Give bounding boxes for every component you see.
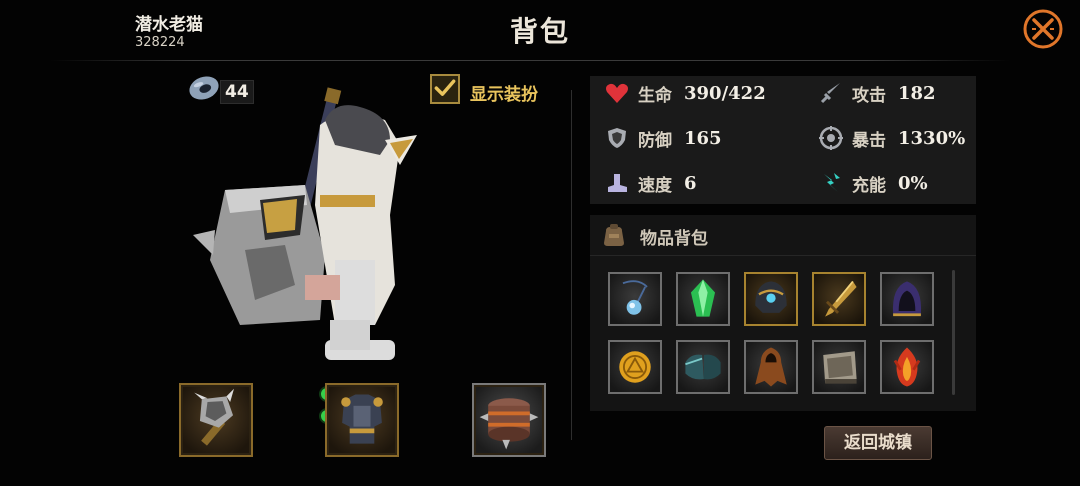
sword-icon (820, 83, 840, 104)
close-icon (1023, 9, 1063, 49)
inventory-title: 物品背包 (640, 229, 708, 249)
scroll-book-icon (823, 351, 857, 384)
inventory-item[interactable] (812, 272, 866, 326)
inventory-item[interactable] (744, 340, 798, 394)
charge-icon (824, 173, 840, 192)
stat-crit: 暴击 1330% (818, 123, 965, 153)
purple-hood-icon (892, 281, 922, 317)
stat-attack: 攻击 182 (818, 78, 936, 108)
equipment-slot-accessory[interactable] (472, 383, 546, 457)
stat-value: 165 (684, 127, 722, 149)
inventory-item[interactable] (880, 340, 934, 394)
return-to-town-button[interactable]: 返回城镇 (824, 426, 932, 460)
stat-label: 充能 (852, 175, 886, 196)
character-model (185, 85, 430, 370)
inventory-item[interactable] (676, 340, 730, 394)
stat-label: 生命 (638, 85, 672, 106)
inventory-item[interactable] (676, 272, 730, 326)
golden-blade-icon (825, 280, 857, 317)
teal-shoulder-armor-icon (685, 354, 721, 380)
stat-charge: 充能 0% (818, 168, 928, 198)
stats-panel: 生命 390/422 攻击 182 防御 165 暴击 1330% 速度 6 充… (590, 76, 976, 204)
inventory-scrollbar[interactable] (952, 270, 955, 395)
show-outfit-label[interactable]: 显示装扮 (470, 80, 538, 105)
stat-defense: 防御 165 (604, 123, 722, 153)
heart-icon (606, 83, 628, 103)
inventory-item[interactable] (812, 340, 866, 394)
brown-robe-icon (755, 347, 787, 387)
boot-icon (608, 174, 627, 192)
spiked-drum-icon (479, 398, 539, 450)
crit-icon (819, 126, 843, 150)
inventory-item[interactable] (880, 272, 934, 326)
close-button[interactable] (1022, 8, 1064, 50)
check-icon (434, 79, 456, 96)
plate-armor-icon (341, 394, 383, 444)
stat-hp: 生命 390/422 (604, 78, 766, 108)
spiked-mace-icon (194, 388, 234, 446)
inventory-panel: 物品背包 (590, 215, 976, 411)
page-title: 背包 (509, 15, 570, 48)
bag-icon (604, 224, 624, 246)
stat-label: 速度 (638, 175, 672, 196)
stat-label: 暴击 (852, 130, 886, 151)
green-crystal-icon (690, 279, 716, 317)
pendant-icon (622, 280, 648, 315)
stat-value: 390/422 (684, 82, 766, 104)
stat-speed: 速度 6 (604, 168, 697, 198)
inventory-item[interactable] (608, 272, 662, 326)
stat-label: 防御 (638, 130, 672, 151)
stat-value: 182 (898, 82, 936, 104)
gold-coin-icon (619, 351, 651, 383)
panel-divider (571, 90, 572, 440)
show-outfit-checkbox[interactable] (430, 74, 460, 104)
stat-value: 1330% (898, 127, 966, 149)
inventory-item[interactable] (608, 340, 662, 394)
header-divider (50, 60, 1010, 61)
inventory-item[interactable] (744, 272, 798, 326)
stat-label: 攻击 (852, 85, 886, 106)
dark-helmet-icon (755, 281, 787, 313)
inventory-header: 物品背包 (590, 215, 976, 256)
equipment-slot-weapon[interactable] (179, 383, 253, 457)
shield-icon (608, 128, 626, 148)
stat-value: 0% (898, 172, 928, 194)
fire-claw-icon (893, 347, 921, 387)
stat-value: 6 (684, 172, 697, 194)
equipment-slot-armor[interactable] (325, 383, 399, 457)
